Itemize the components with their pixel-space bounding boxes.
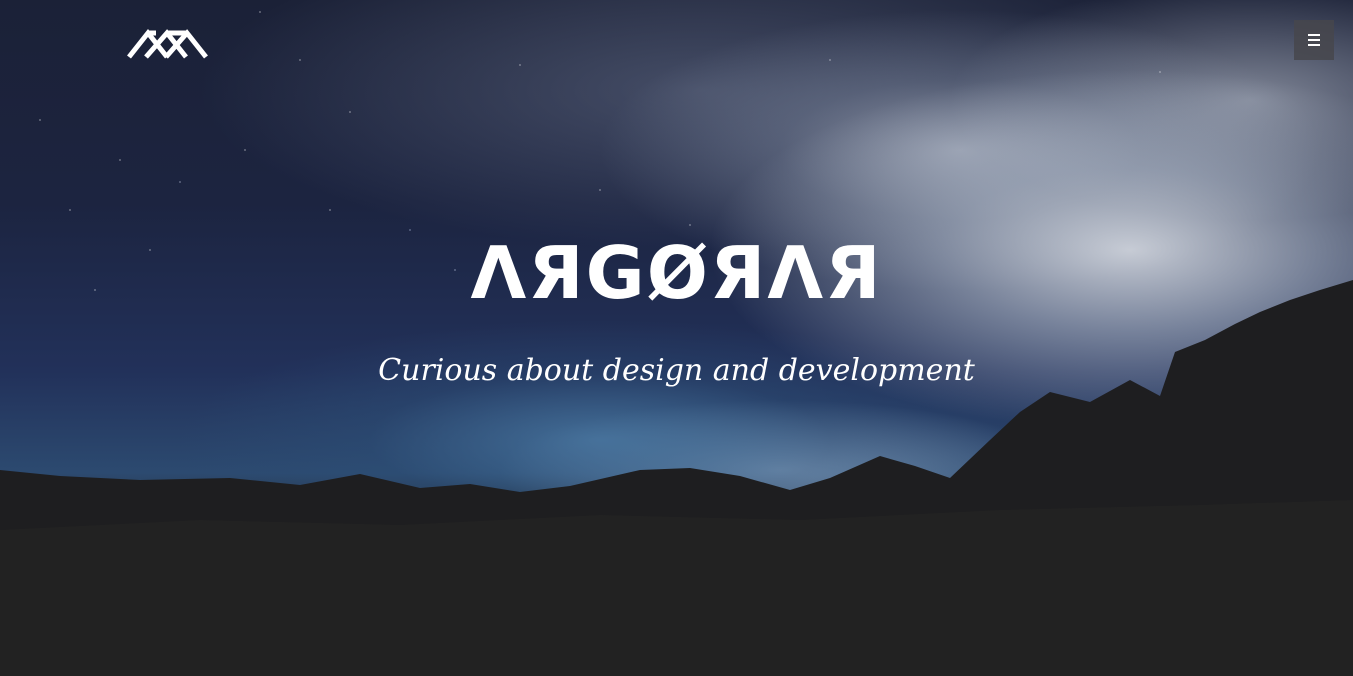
hamburger-menu-icon [1308,34,1320,36]
menu-button[interactable] [1294,20,1334,60]
hero-section: ΛЯGØЯΛЯ Curious about design and develop… [0,0,1353,676]
mountain-silhouette-background [0,280,1353,676]
site-logo-icon[interactable] [126,24,208,60]
site-tagline: Curious about design and development [378,353,975,388]
site-title: ΛЯGØЯΛЯ [470,231,883,315]
